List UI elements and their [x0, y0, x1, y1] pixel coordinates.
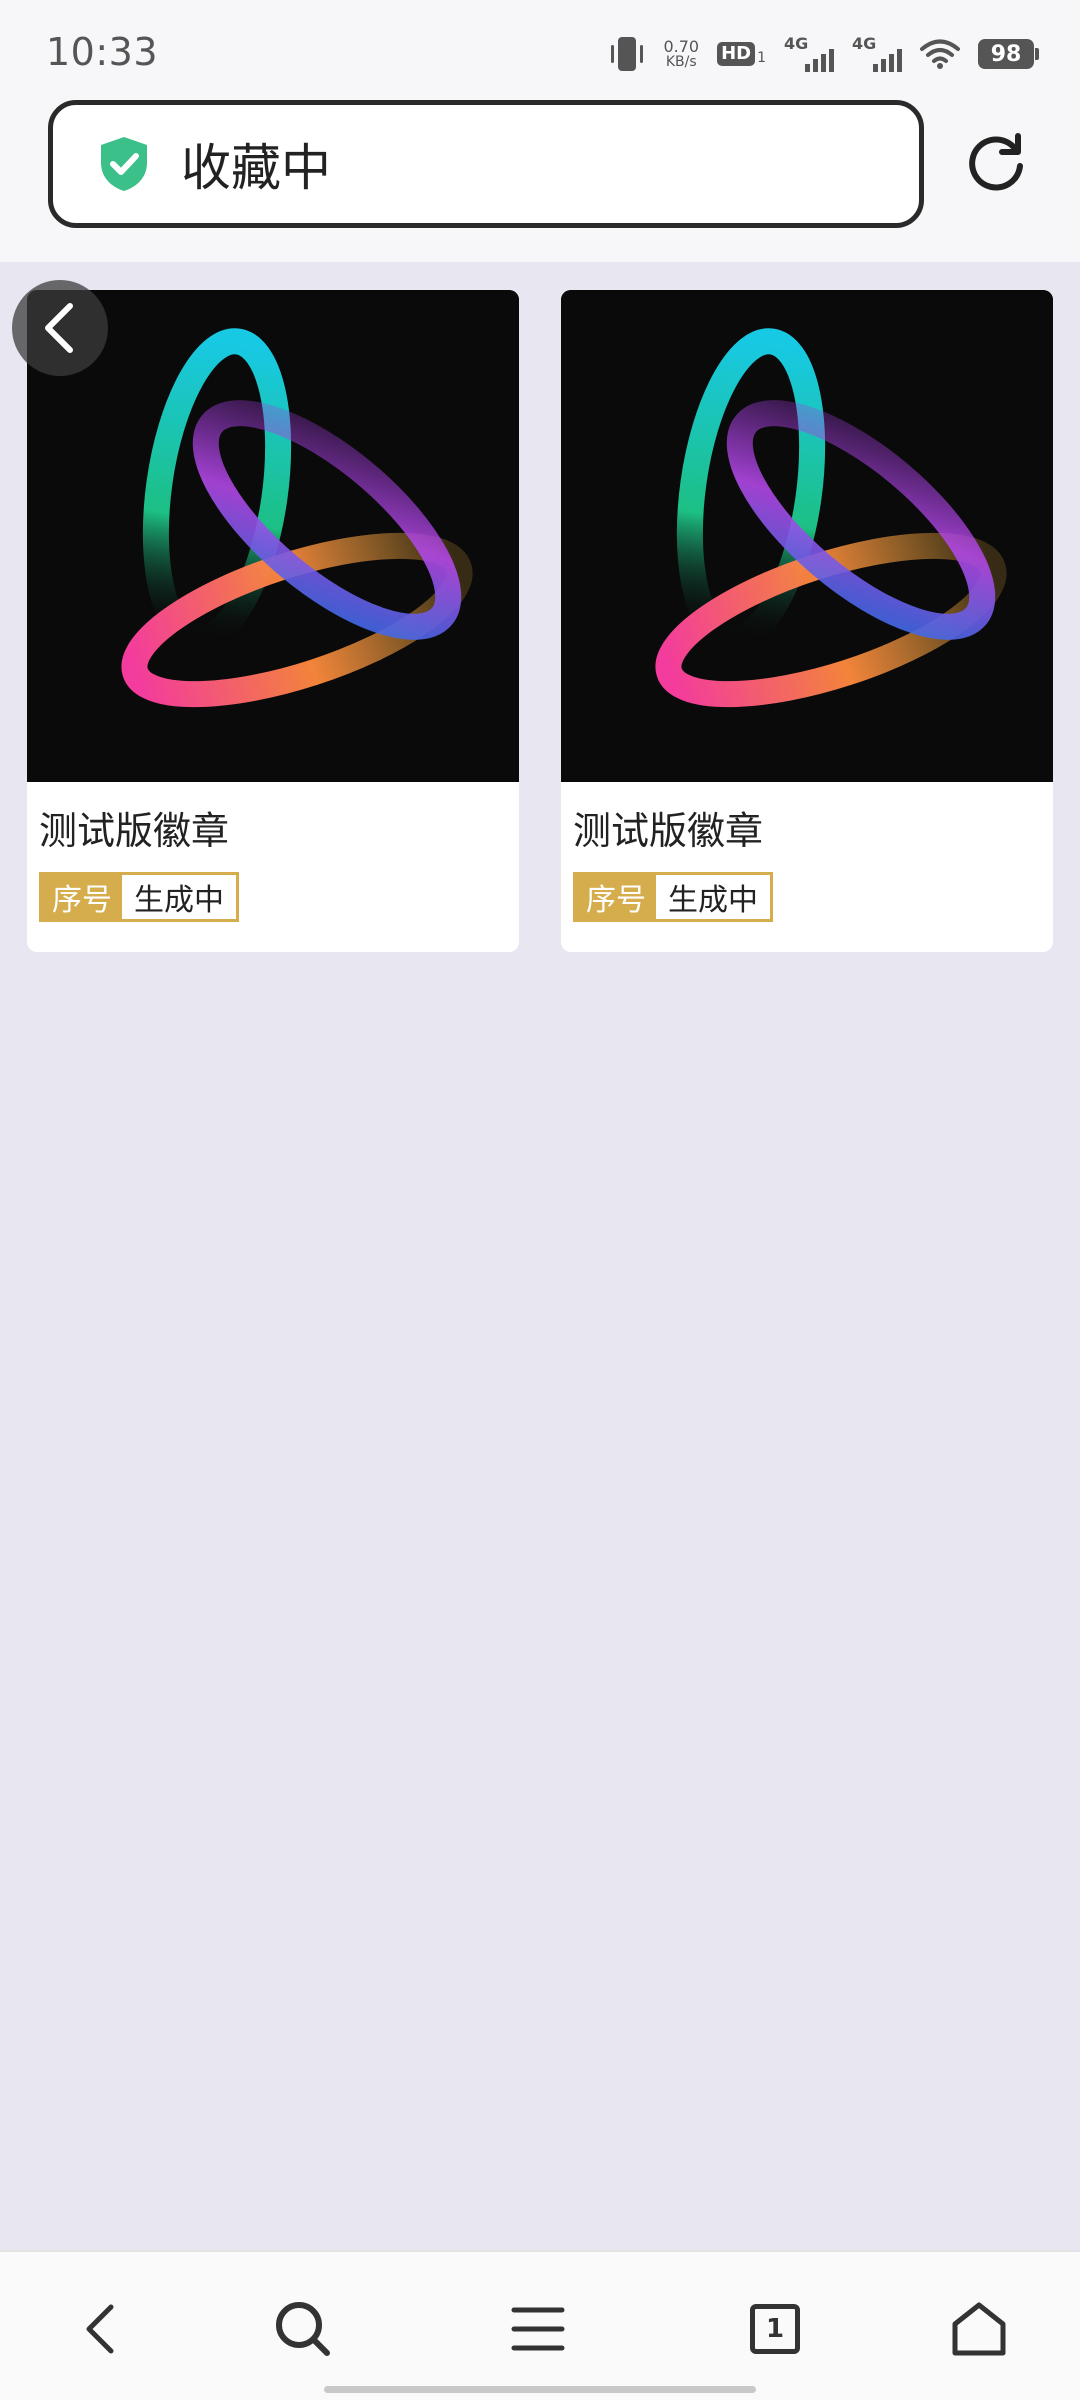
nav-search-button[interactable]: [268, 2294, 338, 2364]
nav-home-button[interactable]: [944, 2294, 1014, 2364]
tabs-icon: 1: [750, 2304, 800, 2354]
menu-icon: [511, 2307, 565, 2351]
collection-grid: 测试版徽章 序号 生成中 测试版徽章 序号 生成中: [0, 262, 1080, 2250]
network-speed-value: 0.70: [663, 37, 700, 56]
serial-value: 生成中: [656, 875, 770, 919]
status-bar: 10:33 0.70 KB/s HD 1 4G 4G 98: [0, 0, 1080, 100]
nav-tabs-button[interactable]: 1: [740, 2294, 810, 2364]
badge-card[interactable]: 测试版徽章 序号 生成中: [561, 290, 1053, 952]
wifi-icon: [920, 39, 960, 69]
back-icon: [86, 2304, 114, 2354]
hd-voice-icon: HD 1: [717, 42, 766, 66]
badge-image: [561, 290, 1053, 782]
address-bar[interactable]: 收藏中: [48, 100, 924, 228]
search-icon: [276, 2302, 330, 2356]
hd-label: HD: [717, 42, 756, 66]
vibrate-icon: [609, 37, 645, 71]
home-icon: [952, 2302, 1006, 2356]
network-speed: 0.70 KB/s: [663, 37, 700, 70]
status-time: 10:33: [46, 30, 159, 74]
badge-title: 测试版徽章: [573, 809, 764, 853]
page-title: 收藏中: [181, 139, 331, 197]
nav-menu-button[interactable]: [503, 2294, 573, 2364]
badge-card[interactable]: 测试版徽章 序号 生成中: [27, 290, 519, 952]
serial-value: 生成中: [122, 875, 236, 919]
serial-label: 序号: [42, 875, 122, 919]
top-bar: 收藏中: [0, 100, 1080, 262]
shield-check-icon: [101, 137, 147, 191]
nav-back-button[interactable]: [64, 2294, 134, 2364]
floating-back-button[interactable]: [12, 280, 108, 376]
battery-icon: 98: [978, 39, 1039, 69]
bottom-nav: 1: [0, 2250, 1080, 2400]
signal-icon-sim2: 4G: [852, 34, 902, 72]
serial-label: 序号: [576, 875, 656, 919]
signal-icon-sim1: 4G: [784, 34, 834, 72]
serial-tag: 序号 生成中: [573, 872, 773, 922]
badge-image: [27, 290, 519, 782]
refresh-icon[interactable]: [962, 128, 1030, 196]
home-indicator[interactable]: [324, 2386, 756, 2393]
status-icons: 0.70 KB/s HD 1 4G 4G 98: [609, 34, 1039, 74]
serial-tag: 序号 生成中: [39, 872, 239, 922]
badge-title: 测试版徽章: [39, 809, 230, 853]
network-speed-unit: KB/s: [665, 54, 697, 70]
chevron-left-icon: [45, 303, 73, 353]
hd-sub: 1: [757, 50, 766, 66]
